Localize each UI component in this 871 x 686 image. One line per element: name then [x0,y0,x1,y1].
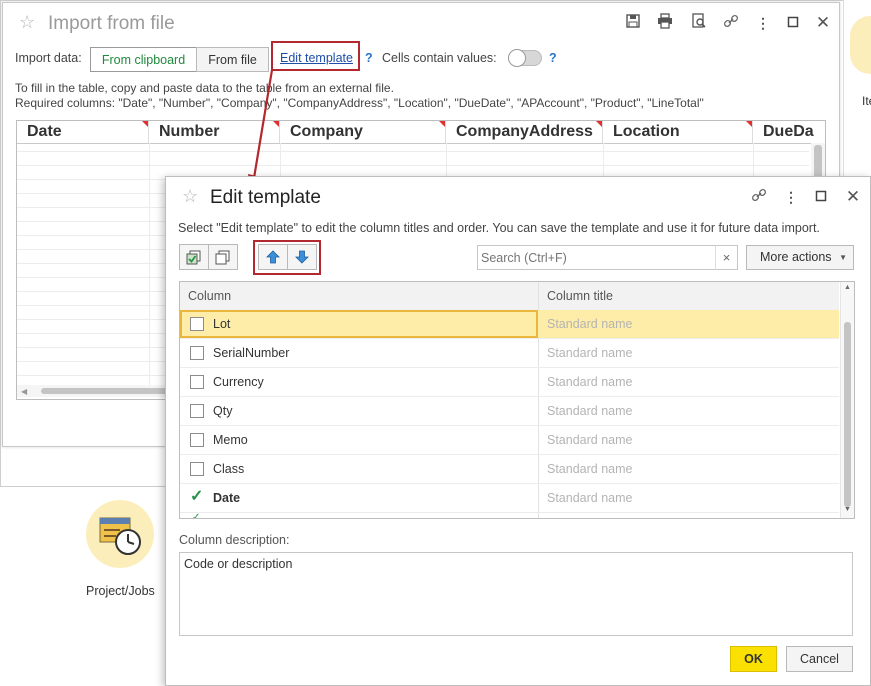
print-preview-icon[interactable] [689,13,709,33]
row-column-title[interactable]: Standard name [547,397,632,425]
column-header-date[interactable]: Date [17,121,149,143]
favorite-star-icon[interactable]: ☆ [182,186,198,207]
edit-dialog-title: Edit template [210,187,321,208]
cells-contain-values-label: Cells contain values: [382,51,497,65]
columns-table-vscroll[interactable]: ▲ ▼ [840,282,854,518]
row-checkbox[interactable] [190,317,204,331]
table-row[interactable]: SerialNumber Standard name [180,339,839,368]
help-cells-icon[interactable]: ? [549,51,557,65]
row-column-name: Currency [213,375,264,389]
template-columns-table[interactable]: Column Column title Lot Standard name Se… [179,281,855,519]
row-column-name: Lot [213,317,231,331]
close-icon[interactable]: ✕ [843,187,863,207]
scroll-thumb[interactable] [844,322,851,507]
uncheck-all-icon [215,250,230,265]
import-table-header: Date Number Company CompanyAddress Locat… [17,121,825,144]
cancel-button[interactable]: Cancel [786,646,853,672]
maximize-icon[interactable] [811,187,831,207]
edit-template-dialog: ☆ Edit template ⋮ ✕ Select "Edit templat… [165,176,871,686]
favorite-star-icon[interactable]: ☆ [19,12,35,33]
row-column-title[interactable]: Standard name [547,310,632,338]
table-row[interactable]: Qty Standard name [180,397,839,426]
print-icon[interactable] [655,13,675,33]
header-column-title[interactable]: Column title [538,282,838,310]
row-column-name: Memo [213,433,248,447]
row-checkbox[interactable] [190,346,204,360]
help-edit-template-icon[interactable]: ? [365,51,373,65]
scroll-down-icon[interactable]: ▼ [844,506,851,513]
columns-table-header: Column Column title [180,282,839,311]
check-all-button[interactable] [179,244,209,270]
background-bottom-panel: Project/Jobs [0,486,165,686]
column-header-due-date[interactable]: DueDa [753,121,825,143]
scroll-left-icon[interactable]: ◀ [21,387,27,396]
maximize-icon[interactable] [783,13,803,33]
row-checkbox[interactable] [190,433,204,447]
row-column-title[interactable]: Standard name [547,339,632,367]
checkmark-icon[interactable]: ✓ [190,486,203,506]
check-all-icon [186,250,201,265]
info-text-1: To fill in the table, copy and paste dat… [15,81,394,95]
background-item-label: Ite [862,94,871,108]
close-icon[interactable]: ✕ [813,13,833,33]
project-jobs-label[interactable]: Project/Jobs [86,584,155,598]
row-column-name: Class [213,462,245,476]
background-item-icon[interactable] [850,16,871,74]
from-clipboard-button[interactable]: From clipboard [90,47,197,72]
uncheck-all-button[interactable] [208,244,238,270]
import-dialog-title: Import from file [48,13,175,34]
info-text-2: Required columns: "Date", "Number", "Com… [15,96,704,110]
highlight-move-buttons [253,240,321,275]
table-row[interactable]: ✓ Date Standard name [180,484,839,513]
save-icon[interactable] [623,13,643,33]
cells-contain-values-toggle[interactable] [508,49,542,67]
more-vertical-icon[interactable]: ⋮ [753,13,773,33]
more-actions-button[interactable]: More actions ▼ [746,245,854,270]
header-column[interactable]: Column [180,282,538,310]
table-row[interactable]: Class Standard name [180,455,839,484]
checkmark-icon: ✓ [192,512,201,519]
link-icon[interactable] [749,187,769,207]
search-clear-icon[interactable]: × [715,245,738,270]
row-checkbox[interactable] [190,404,204,418]
row-checkbox[interactable] [190,462,204,476]
more-vertical-icon[interactable]: ⋮ [781,187,801,207]
column-header-company-address[interactable]: CompanyAddress [446,121,603,143]
column-description-label: Column description: [179,533,290,547]
row-checkbox[interactable] [190,375,204,389]
table-row[interactable]: Lot Standard name [180,310,839,339]
scroll-up-icon[interactable]: ▲ [844,284,851,291]
table-row[interactable]: Currency Standard name [180,368,839,397]
row-column-title[interactable]: Standard name [547,455,632,483]
row-column-name: Qty [213,404,233,418]
row-column-name: SerialNumber [213,346,290,360]
edit-instruction-text: Select "Edit template" to edit the colum… [178,221,820,235]
chevron-down-icon: ▼ [839,253,847,262]
column-header-location[interactable]: Location [603,121,753,143]
ok-button[interactable]: OK [730,646,777,672]
column-description-field[interactable]: Code or description [179,552,853,636]
column-header-company[interactable]: Company [280,121,446,143]
highlight-edit-template [271,41,360,71]
row-column-title[interactable]: Standard name [547,426,632,454]
import-data-label: Import data: [15,51,82,65]
search-input[interactable] [477,245,738,270]
row-column-title[interactable]: Standard name [547,484,632,512]
row-column-title[interactable]: Standard name [547,368,632,396]
project-jobs-icon[interactable] [86,500,154,568]
link-icon[interactable] [721,13,741,33]
row-column-name: Date [213,491,241,505]
table-row[interactable]: Memo Standard name [180,426,839,455]
